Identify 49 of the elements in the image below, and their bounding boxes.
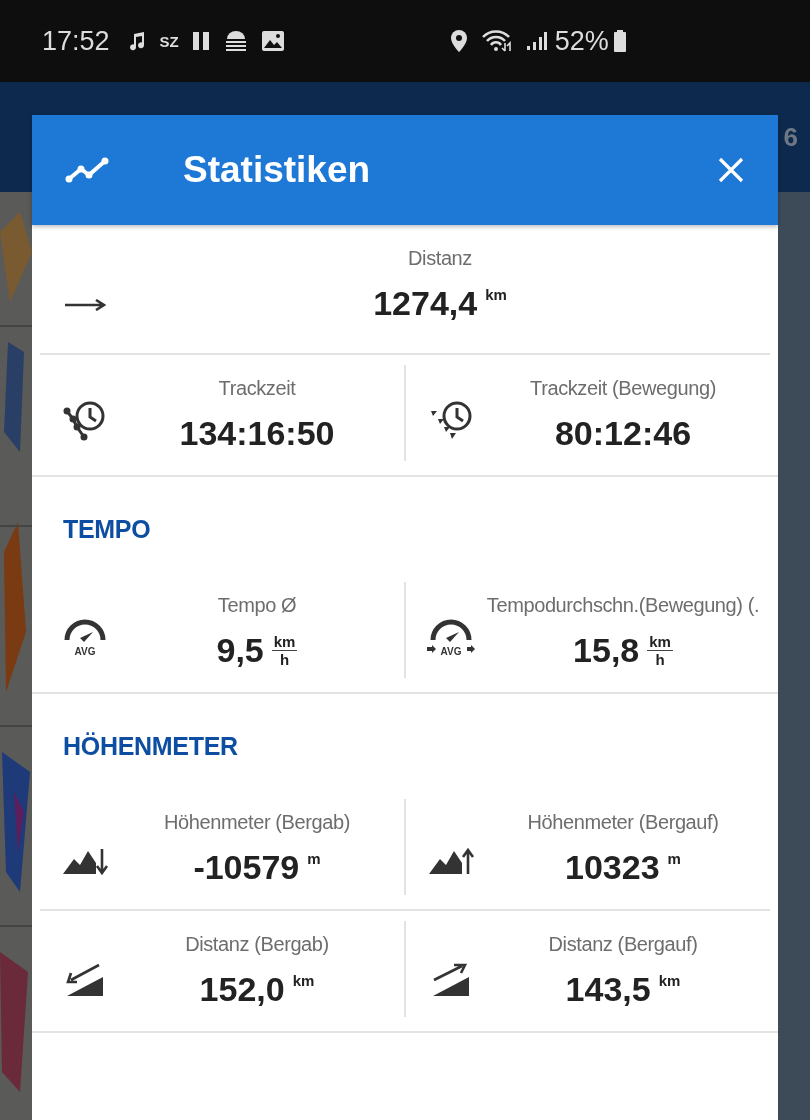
stat-value: 80:12:46 — [554, 414, 692, 453]
slope-down-arrow-icon — [65, 963, 105, 997]
unit-denominator: h — [280, 651, 290, 668]
wifi-icon — [480, 29, 513, 53]
stat-label: Distanz (Bergab) — [185, 933, 329, 956]
unit-label: km — [658, 972, 681, 989]
stat-label: Tempo Ø — [217, 594, 297, 617]
unit-label: km — [292, 972, 315, 989]
app-bar-text: 6 — [783, 122, 798, 153]
battery-percent: 52% — [554, 25, 609, 57]
dialog-title: Statistiken — [183, 149, 372, 191]
image-icon — [260, 30, 285, 52]
section-heading: TEMPO — [62, 514, 152, 544]
stat-label: Trackzeit — [218, 377, 296, 400]
stat-value: 10323 — [565, 848, 660, 887]
section-heading: HÖHENMETER — [62, 731, 239, 761]
stat-value: 152,0 — [199, 970, 285, 1009]
status-time: 17:52 — [42, 25, 110, 57]
line-chart-icon — [65, 156, 111, 184]
stat-value: 9,5 — [216, 631, 264, 670]
clock-route-icon — [63, 399, 107, 441]
stat-label: Tempodurchschn.(Bewegung) (. — [486, 594, 760, 617]
arrow-right-icon — [64, 299, 106, 311]
location-pin-icon — [448, 29, 469, 53]
mountain-up-arrow-icon — [428, 847, 474, 875]
stat-label: Distanz — [408, 247, 472, 270]
stat-label: Höhenmeter (Bergab) — [164, 811, 350, 834]
stat-value: 134:16:50 — [179, 414, 335, 453]
signal-icon — [524, 30, 547, 52]
stat-value: 143,5 — [565, 970, 651, 1009]
clock-arrows-icon — [429, 399, 473, 441]
stat-label: Distanz (Bergauf) — [548, 933, 698, 956]
stat-value: 15,8 — [573, 631, 640, 670]
stat-value: 1274,4 — [373, 284, 478, 323]
unit-numerator: km — [647, 633, 673, 651]
unit-numerator: km — [271, 633, 298, 651]
stat-label: Trackzeit (Bewegung) — [530, 377, 716, 400]
slope-up-arrow-icon — [431, 963, 471, 997]
notification-text: SZ — [159, 32, 179, 50]
unit-denominator: h — [655, 651, 665, 668]
close-icon[interactable] — [718, 157, 744, 183]
unit-label: m — [307, 850, 321, 867]
stat-label: Höhenmeter (Bergauf) — [527, 811, 719, 834]
unit-label: m — [667, 850, 681, 867]
mountain-down-arrow-icon — [62, 847, 108, 875]
battery-icon — [612, 29, 627, 53]
stat-value: -10579 — [193, 848, 300, 887]
pause-icon — [190, 30, 211, 52]
unit-label: km — [485, 286, 507, 303]
